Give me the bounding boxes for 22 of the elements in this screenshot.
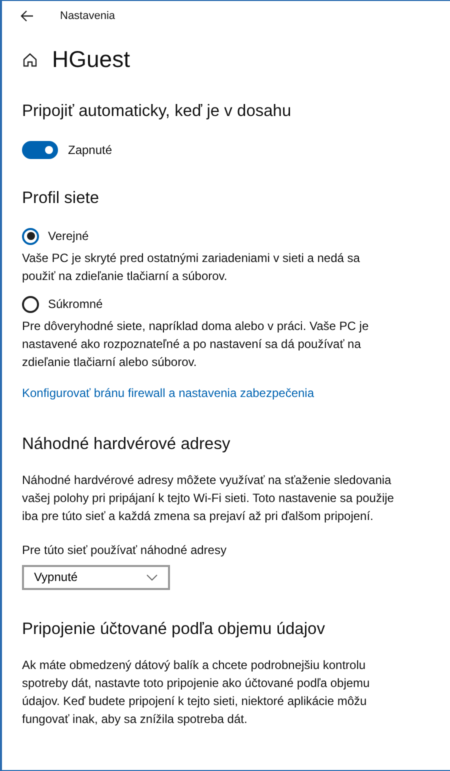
option-description: Pre dôveryhodné siete, napríklad doma alebo v práci. Vaše PC je nastavené ako rozpoznateľné a po nastavení sa dá používať na zdieľanie tlačiarní alebo súborov. [22, 318, 370, 372]
section-heading: Profil siete [22, 189, 100, 210]
radio-button[interactable] [22, 228, 39, 245]
section-heading: Pripojiť automaticky, keď je v dosahu [22, 102, 292, 122]
toggle-switch[interactable] [22, 141, 58, 160]
chevron-icon [146, 574, 158, 581]
section-description: Náhodné hardvérové adresy môžete využívať na sťaženie sledovania vašej polohy pri pripájaní k tejto Wi-Fi sieti. Toto nastavenie sa použije iba pre túto sieť a každá zmena sa prejaví až pri ďalšom pripojení. [22, 472, 394, 525]
radio-label: Súkromné [48, 296, 103, 314]
radio-label: Verejné [48, 228, 89, 246]
dropdown[interactable]: Vypnuté [22, 564, 170, 590]
section-description: Ak máte obmedzený dátový balík a chcete podrobnejšiu kontrolu spotreby dát, nastavte toto pripojenie ako účtované podľa objemu údajov. Keď budete pripojení k tejto sieti, niektoré aplikácie môžu fungovať inak, aby sa znížila spotreba dát. [22, 656, 371, 728]
firewall-link[interactable]: Konfigurovať bránu firewall a nastavenia zabezpečenia [22, 386, 314, 400]
field-label: Pre túto sieť používať náhodné adresy [22, 542, 228, 559]
toggle-label: Zapnuté [68, 142, 112, 160]
window-title: Nastavenia [60, 8, 116, 24]
option-description: Vaše PC je skryté pred ostatnými zariadeniami v sieti a nedá sa použiť na zdieľanie tlačiarní a súborov. [22, 250, 361, 286]
section-heading: Pripojenie účtované podľa objemu údajov [22, 620, 326, 640]
section-heading: Náhodné hardvérové adresy [22, 435, 232, 455]
back-arrow-icon[interactable] [20, 10, 34, 22]
page-title: HGuest [52, 46, 130, 74]
radio-button[interactable] [22, 296, 39, 313]
home-icon[interactable] [22, 52, 38, 68]
